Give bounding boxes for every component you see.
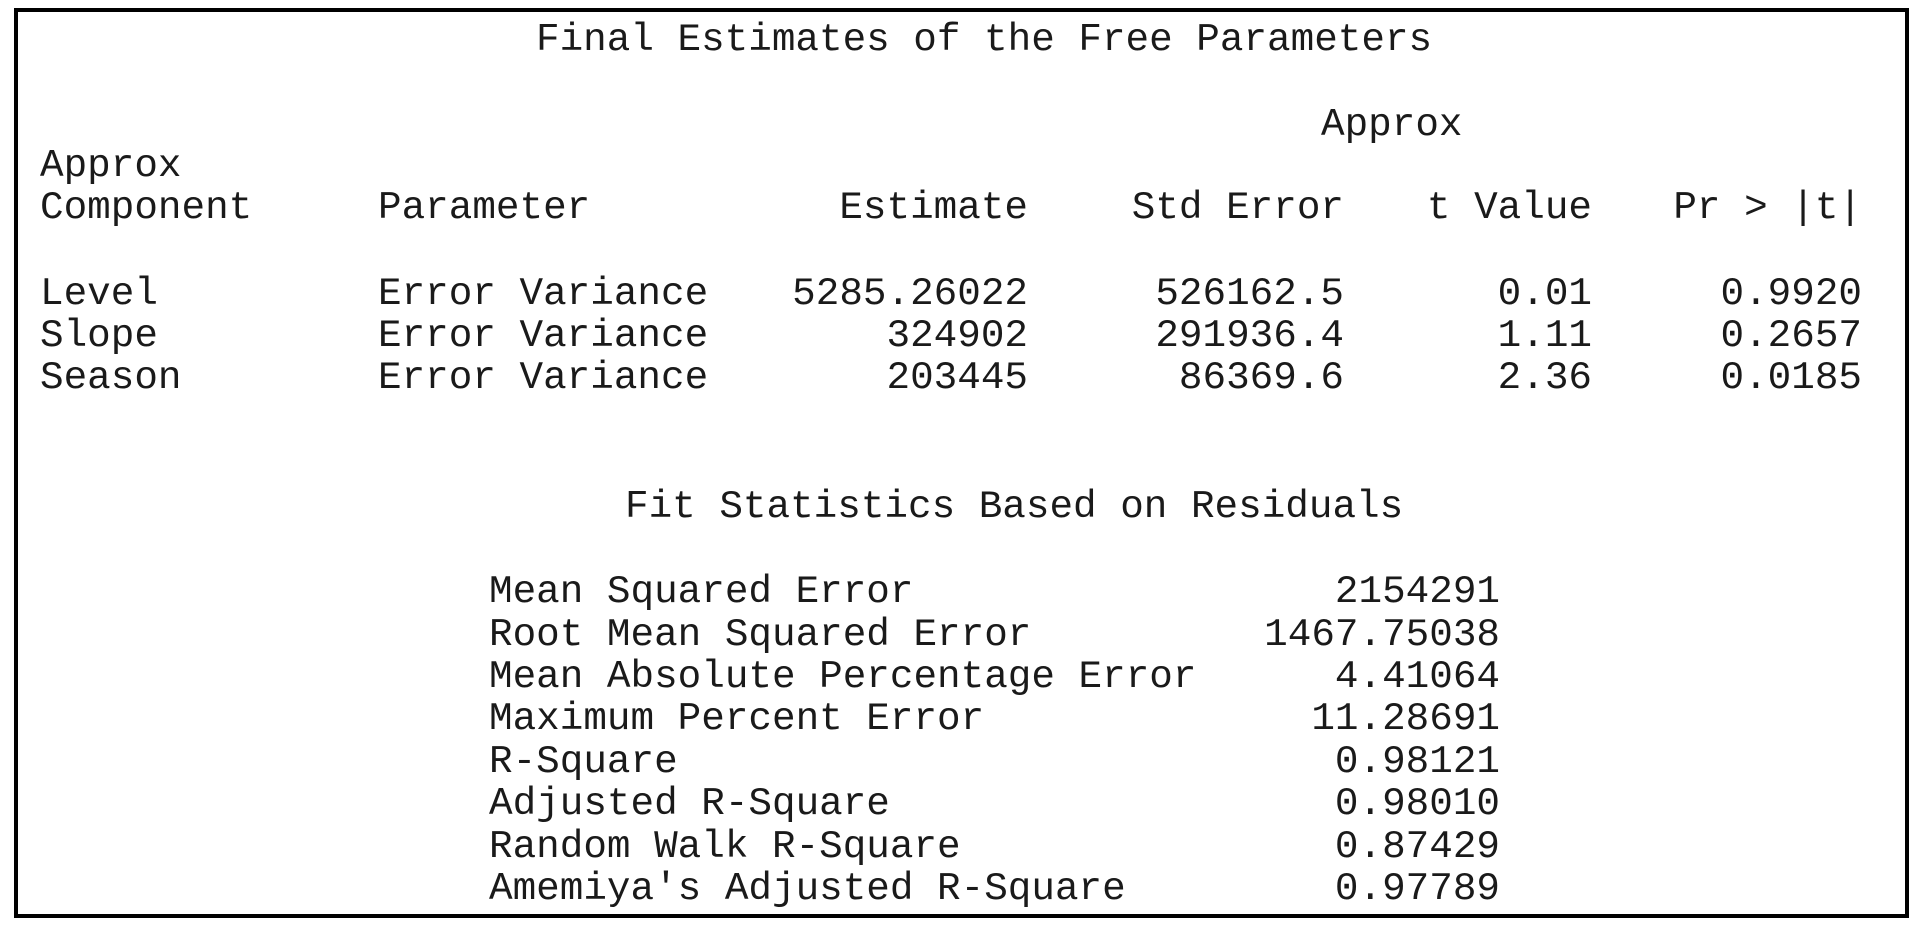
table-row-component: Level bbox=[40, 271, 158, 316]
fit-stat-label: Random Walk R-Square bbox=[489, 824, 961, 869]
header-approx-top: Approx bbox=[1321, 102, 1463, 147]
header-approx-left: Approx bbox=[40, 143, 182, 188]
fit-stat-label: Adjusted R-Square bbox=[489, 781, 890, 826]
fit-stat-label: Amemiya's Adjusted R-Square bbox=[489, 866, 1126, 911]
fit-stat-value: 11.28691 bbox=[1311, 696, 1500, 741]
output-frame bbox=[14, 8, 1909, 918]
table-row-p-value: 0.9920 bbox=[1720, 271, 1863, 316]
header-p-value: Pr > |t| bbox=[1673, 185, 1862, 230]
table-row-t-value: 2.36 bbox=[1497, 355, 1592, 400]
header-t-value: t Value bbox=[1426, 185, 1592, 230]
fit-statistics-title: Fit Statistics Based on Residuals bbox=[625, 484, 1404, 529]
fit-stat-label: Mean Squared Error bbox=[489, 569, 914, 614]
fit-stat-value: 0.87429 bbox=[1334, 824, 1500, 869]
header-std-error: Std Error bbox=[1131, 185, 1344, 230]
header-component: Component bbox=[40, 185, 253, 230]
fit-stat-label: Mean Absolute Percentage Error bbox=[489, 654, 1197, 699]
fit-stat-label: R-Square bbox=[489, 739, 678, 784]
fit-stat-value: 1467.75038 bbox=[1264, 612, 1500, 657]
table-row-std-error: 526162.5 bbox=[1155, 271, 1344, 316]
table-row-estimate: 203445 bbox=[886, 355, 1029, 400]
table-row-component: Season bbox=[40, 355, 182, 400]
fit-stat-value: 2154291 bbox=[1334, 569, 1500, 614]
table-row-p-value: 0.0185 bbox=[1720, 355, 1863, 400]
table-row-std-error: 291936.4 bbox=[1155, 313, 1344, 358]
table-row-std-error: 86369.6 bbox=[1178, 355, 1344, 400]
fit-stat-value: 4.41064 bbox=[1334, 654, 1500, 699]
header-estimate: Estimate bbox=[839, 185, 1028, 230]
table-row-p-value: 0.2657 bbox=[1720, 313, 1863, 358]
fit-stat-label: Maximum Percent Error bbox=[489, 696, 985, 741]
fit-stat-value: 0.98010 bbox=[1334, 781, 1500, 826]
table-row-t-value: 1.11 bbox=[1497, 313, 1592, 358]
table-row-parameter: Error Variance bbox=[378, 355, 709, 400]
header-parameter: Parameter bbox=[378, 185, 591, 230]
table-row-estimate: 324902 bbox=[886, 313, 1029, 358]
table-row-parameter: Error Variance bbox=[378, 271, 709, 316]
table-row-t-value: 0.01 bbox=[1497, 271, 1592, 316]
table-row-component: Slope bbox=[40, 313, 158, 358]
fit-stat-value: 0.97789 bbox=[1334, 866, 1500, 911]
fit-stat-value: 0.98121 bbox=[1334, 739, 1500, 784]
estimates-title: Final Estimates of the Free Parameters bbox=[536, 17, 1433, 62]
table-row-estimate: 5285.26022 bbox=[792, 271, 1028, 316]
fit-stat-label: Root Mean Squared Error bbox=[489, 612, 1032, 657]
table-row-parameter: Error Variance bbox=[378, 313, 709, 358]
